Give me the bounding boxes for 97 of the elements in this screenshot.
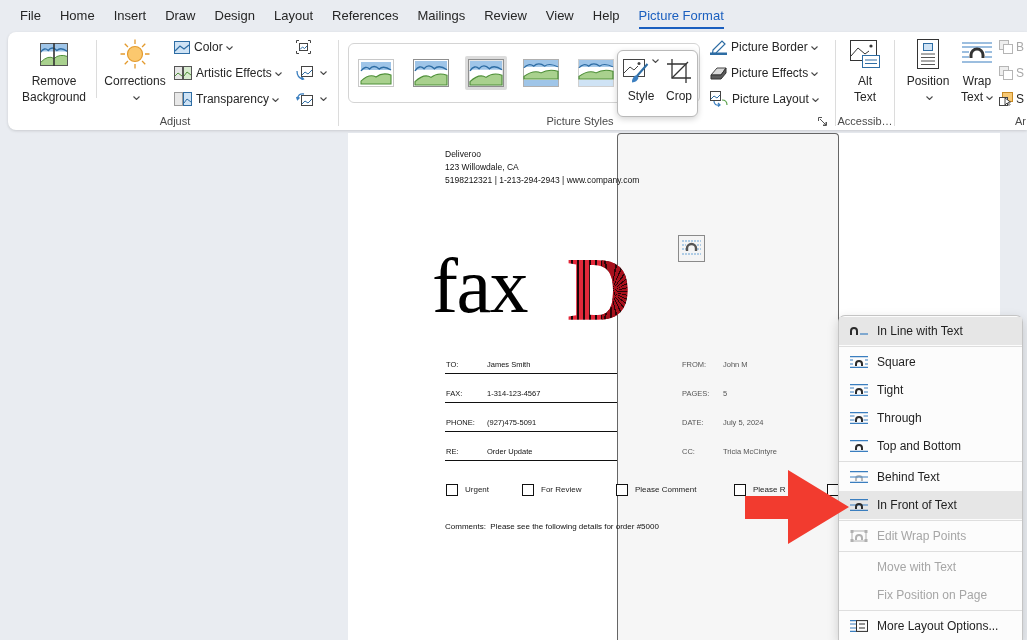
wrap-behind-icon [850,471,868,483]
position-button[interactable]: Position [904,34,952,105]
slab-icon [710,66,727,80]
layout-box-icon [850,620,868,632]
picture-style-thumbnail[interactable] [355,56,397,90]
ribbon-tab[interactable]: Picture Format [638,0,724,29]
group-label: Accessib… [837,114,893,128]
caret-icon [271,97,279,102]
checkbox-label: Please R [753,484,786,496]
menu-item[interactable]: In Front of Text [839,491,1022,519]
corrections-button[interactable]: Corrections [102,34,168,105]
ribbon-tab[interactable]: Insert [113,0,147,29]
double-picture-icon [174,66,192,80]
selection-cursor-icon [999,92,1013,106]
crop-icon [667,59,691,83]
paintbrush-picture-icon [623,59,649,83]
stacked-squares-icon [999,40,1013,54]
faded-picture-icon [174,92,192,106]
ribbon-tab[interactable]: Draw [165,0,196,29]
wrap-front-icon [850,499,868,511]
wrap-inline-icon [850,327,868,335]
style-button[interactable]: Style [621,57,661,104]
menu-item[interactable]: In Line with Text [839,317,1022,345]
picture-border-button[interactable]: Picture Border [706,34,822,60]
caret-icon [320,97,327,101]
caret-icon [133,95,140,100]
sender-line: 123 Willowdale, CA [445,161,519,174]
remove-background-button[interactable]: Remove Background [15,34,93,105]
landscape-thumbnail-icon [413,59,449,87]
picture-split-icon [40,42,68,66]
caret-icon [320,71,327,75]
caret-icon [274,71,282,76]
picture-style-thumbnail[interactable] [520,56,562,90]
landscape-thumbnail-icon [358,59,394,87]
ribbon-tab[interactable]: References [332,0,399,29]
ribbon-tab[interactable]: Design [214,0,255,29]
wrap-top-bottom-icon [850,440,868,452]
menu-item[interactable]: Top and Bottom [839,432,1022,460]
ribbon-tab[interactable]: Review [484,0,527,29]
menu-item[interactable]: More Layout Options... [839,612,1022,640]
wrap-square-icon [850,356,868,368]
ribbon-tab[interactable]: File [20,0,41,29]
page-picture-icon [917,39,939,69]
picture-effects-button[interactable]: Picture Effects [706,60,823,86]
ribbon-tab[interactable]: Mailings [417,0,466,29]
picture-icon [174,40,190,54]
landscape-thumbnail-icon [578,59,614,87]
ribbon-tab[interactable]: View [545,0,574,29]
checkbox-label: Please Comment [635,484,697,496]
artistic-effects-button[interactable]: Artistic Effects [170,60,286,86]
caret-icon [811,97,819,102]
checkbox-label: For Review [541,484,582,496]
group-label: Ar [1015,114,1026,128]
picture-arrow-icon [296,66,313,80]
picture-style-thumbnail[interactable] [465,56,507,90]
picture-corners-icon [296,40,311,54]
caret-icon [652,59,659,63]
alt-text-button[interactable]: Alt Text [846,34,884,105]
stacked-squares-icon [999,66,1013,80]
sender-line: Deliveroo [445,148,481,161]
picture-text-icon [850,40,880,68]
group-label: Picture Styles [546,114,614,128]
caret-icon [810,45,818,50]
sun-icon [120,39,150,69]
ribbon-tab[interactable]: Home [59,0,95,29]
layout-options-icon[interactable] [678,235,705,262]
menu-item[interactable]: Behind Text [839,463,1022,491]
crop-button[interactable]: Crop [664,57,694,104]
picture-layout-icon [710,91,728,107]
dialog-launcher-icon[interactable] [818,116,827,126]
caret-icon [225,45,233,50]
text-wrap-icon [962,42,992,66]
menu-item[interactable]: Through [839,404,1022,432]
menu-item[interactable]: Tight [839,376,1022,404]
picture-style-thumbnail[interactable] [410,56,452,90]
transparency-button[interactable]: Transparency [170,86,283,112]
fax-title: fax [432,247,529,325]
checkbox-label: Urgent [465,484,489,496]
caret-icon [811,71,819,76]
caret-icon [926,95,933,100]
picture-style-thumbnail[interactable] [575,56,617,90]
caret-icon [986,95,993,100]
wrap-through-icon [850,412,868,424]
color-button[interactable]: Color [170,34,237,60]
landscape-thumbnail-icon [523,59,559,87]
picture-curved-arrow-icon [296,92,313,106]
menu-item[interactable]: Square [839,348,1022,376]
selection-pane-button[interactable]: S [997,86,1026,112]
pencil-icon [710,39,727,55]
wrap-tight-icon [850,384,868,396]
ribbon-tab[interactable]: Layout [273,0,313,29]
picture-layout-button[interactable]: Picture Layout [706,86,823,112]
group-label: Adjust [159,114,191,128]
landscape-thumbnail-icon [468,59,504,87]
wrap-points-icon [850,530,868,542]
wrap-text-button[interactable]: Wrap Text [957,34,997,105]
ribbon-tab[interactable]: Help [592,0,620,29]
